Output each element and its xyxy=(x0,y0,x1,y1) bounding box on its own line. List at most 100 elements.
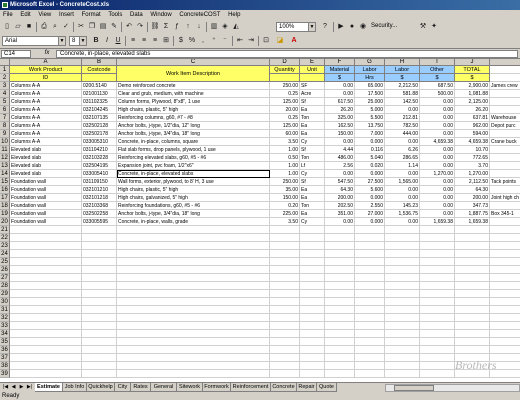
cell[interactable]: Joint high ch xyxy=(490,194,520,202)
sheet-tab-general[interactable]: General xyxy=(151,383,177,392)
cell[interactable]: Crane buck xyxy=(490,138,520,146)
sheet-tab-rates[interactable]: Rates xyxy=(131,383,151,392)
cell[interactable] xyxy=(300,234,325,242)
cell[interactable]: 13.750 xyxy=(355,122,385,130)
format-painter-icon[interactable]: ✎ xyxy=(109,22,119,32)
cell[interactable]: 021001130 xyxy=(82,90,117,98)
cell[interactable] xyxy=(300,362,325,370)
control-toolbox-icon[interactable]: ✦ xyxy=(429,22,439,32)
cell[interactable] xyxy=(270,338,300,346)
cell[interactable]: 2,900.00 xyxy=(455,82,490,90)
cell[interactable]: 637.81 xyxy=(455,114,490,122)
cell[interactable] xyxy=(325,330,355,338)
cell[interactable]: Columns A-A xyxy=(10,122,82,130)
cell[interactable] xyxy=(325,242,355,250)
cell[interactable] xyxy=(385,266,420,274)
cell[interactable] xyxy=(385,242,420,250)
cell[interactable]: Cy xyxy=(300,170,325,178)
header-subcell[interactable]: $ xyxy=(385,74,420,82)
cell[interactable]: 032504195 xyxy=(82,162,117,170)
sheet-tab-repair[interactable]: Repair xyxy=(297,383,317,392)
cell[interactable] xyxy=(300,346,325,354)
cell[interactable]: 1,659.38 xyxy=(455,218,490,226)
row-header[interactable]: 38 xyxy=(0,362,10,370)
cell[interactable] xyxy=(300,322,325,330)
cell[interactable] xyxy=(420,346,455,354)
cell[interactable]: 0.00 xyxy=(420,186,455,194)
cell[interactable]: 3.50 xyxy=(270,138,300,146)
open-icon[interactable]: ▱ xyxy=(13,22,23,32)
cell[interactable]: 031102325 xyxy=(82,98,117,106)
cell[interactable] xyxy=(490,146,520,154)
cell[interactable]: 032101218 xyxy=(82,194,117,202)
cell[interactable]: 444.00 xyxy=(385,130,420,138)
security-button[interactable]: Security... xyxy=(369,22,413,32)
font-size-select[interactable]: 8 ▼ xyxy=(69,36,87,46)
cell[interactable] xyxy=(325,370,355,378)
cell[interactable] xyxy=(420,298,455,306)
italic-icon[interactable]: I xyxy=(102,36,112,46)
cell[interactable]: 3.70 xyxy=(455,162,490,170)
decrease-indent-icon[interactable]: ⇤ xyxy=(235,36,245,46)
stop-icon[interactable]: ● xyxy=(347,22,357,32)
cell[interactable]: Ea xyxy=(300,210,325,218)
cell[interactable]: 27.000 xyxy=(355,210,385,218)
row-header[interactable]: 34 xyxy=(0,330,10,338)
cell[interactable] xyxy=(117,338,270,346)
cell[interactable] xyxy=(82,330,117,338)
cell[interactable] xyxy=(490,298,520,306)
row-header[interactable]: 13 xyxy=(0,162,10,170)
cell[interactable] xyxy=(490,226,520,234)
comma-style-icon[interactable]: , xyxy=(198,36,208,46)
cell[interactable] xyxy=(82,314,117,322)
cell[interactable] xyxy=(420,242,455,250)
cell[interactable] xyxy=(10,354,82,362)
cell[interactable] xyxy=(455,274,490,282)
cell[interactable]: 1,536.75 xyxy=(385,210,420,218)
cell[interactable]: Lf xyxy=(300,162,325,170)
cell[interactable]: 200.00 xyxy=(455,194,490,202)
cell[interactable] xyxy=(117,226,270,234)
preview-icon[interactable]: ⌕ xyxy=(50,22,60,32)
align-right-icon[interactable]: ≡ xyxy=(150,36,160,46)
cell[interactable] xyxy=(420,314,455,322)
cell[interactable] xyxy=(355,354,385,362)
cell[interactable]: 5.500 xyxy=(355,114,385,122)
cell[interactable] xyxy=(355,322,385,330)
cell[interactable] xyxy=(385,346,420,354)
increase-indent-icon[interactable]: ⇥ xyxy=(246,36,256,46)
cell[interactable]: High chairs, plastic, 5" high xyxy=(117,106,270,114)
cell[interactable]: 0.00 xyxy=(420,106,455,114)
sheet-tab-estimate[interactable]: Estimate xyxy=(35,383,63,392)
cell[interactable] xyxy=(420,258,455,266)
cell[interactable] xyxy=(455,346,490,354)
cell[interactable] xyxy=(117,298,270,306)
header-cell[interactable]: Quantity xyxy=(270,66,300,74)
cell[interactable] xyxy=(300,282,325,290)
new-icon[interactable]: ▯ xyxy=(2,22,12,32)
cell[interactable] xyxy=(270,266,300,274)
column-header[interactable] xyxy=(490,59,520,66)
cell[interactable]: 500.00 xyxy=(420,90,455,98)
cell[interactable]: Columns A-A xyxy=(10,106,82,114)
row-header[interactable]: 30 xyxy=(0,298,10,306)
row-header[interactable]: 36 xyxy=(0,346,10,354)
cell[interactable] xyxy=(455,290,490,298)
cell[interactable] xyxy=(117,282,270,290)
cell[interactable]: 1,270.00 xyxy=(420,170,455,178)
row-header[interactable]: 7 xyxy=(0,114,10,122)
font-color-icon[interactable]: A xyxy=(289,36,299,46)
cell[interactable]: 547.50 xyxy=(325,178,355,186)
row-header[interactable]: 17 xyxy=(0,194,10,202)
row-header[interactable]: 23 xyxy=(0,242,10,250)
cell[interactable]: Elevated slab xyxy=(10,154,82,162)
cell[interactable] xyxy=(455,242,490,250)
cell[interactable] xyxy=(325,314,355,322)
cell[interactable] xyxy=(355,298,385,306)
cell[interactable] xyxy=(117,242,270,250)
cell[interactable]: 032103228 xyxy=(82,154,117,162)
row-header[interactable]: 21 xyxy=(0,226,10,234)
cell[interactable] xyxy=(10,258,82,266)
cell[interactable] xyxy=(117,330,270,338)
cell[interactable] xyxy=(325,338,355,346)
